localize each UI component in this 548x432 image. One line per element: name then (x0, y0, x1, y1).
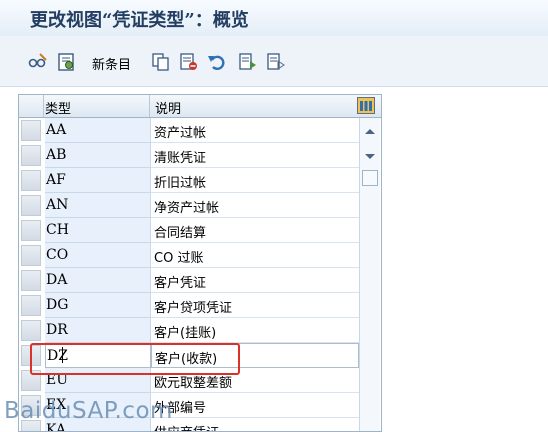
type-cell[interactable]: CO (45, 243, 151, 268)
scrollbar-thumb[interactable] (362, 170, 378, 186)
row-selector[interactable] (21, 145, 41, 166)
deselect-all-icon[interactable] (266, 52, 286, 72)
table-row[interactable]: AA 资产过帐 (19, 118, 359, 143)
new-entries-button[interactable]: 新条目 (92, 54, 131, 73)
row-selector[interactable] (21, 170, 41, 191)
document-types-table: 类型 说明 AA 资产过帐 AB 清账凭证 AF 折旧过帐 AN 净资产过帐 C… (18, 94, 382, 432)
type-cell[interactable]: DR (45, 318, 151, 343)
row-selector[interactable] (21, 245, 41, 266)
description-cell[interactable]: 合同结算 (151, 218, 359, 243)
row-selector[interactable] (21, 295, 41, 316)
description-cell[interactable]: 清账凭证 (151, 143, 359, 168)
details-icon[interactable] (57, 52, 77, 72)
title-bar: 更改视图“凭证类型”：概览 (0, 0, 548, 36)
table-row[interactable]: CO CO 过账 (19, 243, 359, 268)
scroll-down-icon[interactable] (360, 146, 380, 166)
select-all-icon[interactable] (238, 52, 258, 72)
application-toolbar: 新条目 (0, 36, 548, 87)
table-settings-icon[interactable] (357, 97, 375, 114)
scroll-up-icon[interactable] (360, 122, 380, 142)
type-cell[interactable]: CH (45, 218, 151, 243)
undo-icon[interactable] (207, 52, 227, 72)
table-row[interactable]: AB 清账凭证 (19, 143, 359, 168)
row-selector[interactable] (21, 270, 41, 291)
description-cell[interactable]: 折旧过帐 (151, 168, 359, 193)
table-row[interactable]: DG 客户贷项凭证 (19, 293, 359, 318)
type-cell[interactable]: DG (45, 293, 151, 318)
row-selector[interactable] (21, 220, 41, 241)
description-cell[interactable]: 外部编号 (151, 393, 359, 418)
table-row[interactable]: CH 合同结算 (19, 218, 359, 243)
vertical-scrollbar[interactable] (359, 118, 380, 431)
table-row[interactable]: DA 客户凭证 (19, 268, 359, 293)
table-row[interactable]: AN 净资产过帐 (19, 193, 359, 218)
type-cell[interactable]: DA (45, 268, 151, 293)
description-cell[interactable]: CO 过账 (151, 243, 359, 268)
table-header: 类型 说明 (19, 95, 381, 118)
description-cell[interactable]: 资产过帐 (151, 118, 359, 143)
column-header-description[interactable]: 说明 (155, 98, 181, 117)
copy-icon[interactable] (151, 52, 171, 72)
table-row[interactable]: AF 折旧过帐 (19, 168, 359, 193)
description-cell[interactable]: 客户贷项凭证 (151, 293, 359, 318)
highlight-annotation (30, 343, 240, 375)
select-all-rows-cell[interactable] (19, 95, 44, 117)
row-selector[interactable] (21, 195, 41, 216)
watermark: BaiduSAP.com (4, 398, 173, 424)
column-divider (149, 95, 150, 117)
description-cell[interactable]: 客户(挂账) (151, 318, 359, 343)
type-cell[interactable]: AN (45, 193, 151, 218)
row-selector[interactable] (21, 320, 41, 341)
column-header-type[interactable]: 类型 (45, 98, 71, 117)
type-cell[interactable]: AF (45, 168, 151, 193)
type-cell[interactable]: AA (45, 118, 151, 143)
type-cell[interactable]: AB (45, 143, 151, 168)
table-row[interactable]: DR 客户(挂账) (19, 318, 359, 343)
delete-icon[interactable] (179, 52, 199, 72)
page-title: 更改视图“凭证类型”：概览 (30, 10, 249, 31)
row-selector[interactable] (21, 120, 41, 141)
description-cell[interactable]: 净资产过帐 (151, 193, 359, 218)
glasses-pencil-icon[interactable] (28, 52, 48, 72)
description-cell[interactable]: 客户凭证 (151, 268, 359, 293)
